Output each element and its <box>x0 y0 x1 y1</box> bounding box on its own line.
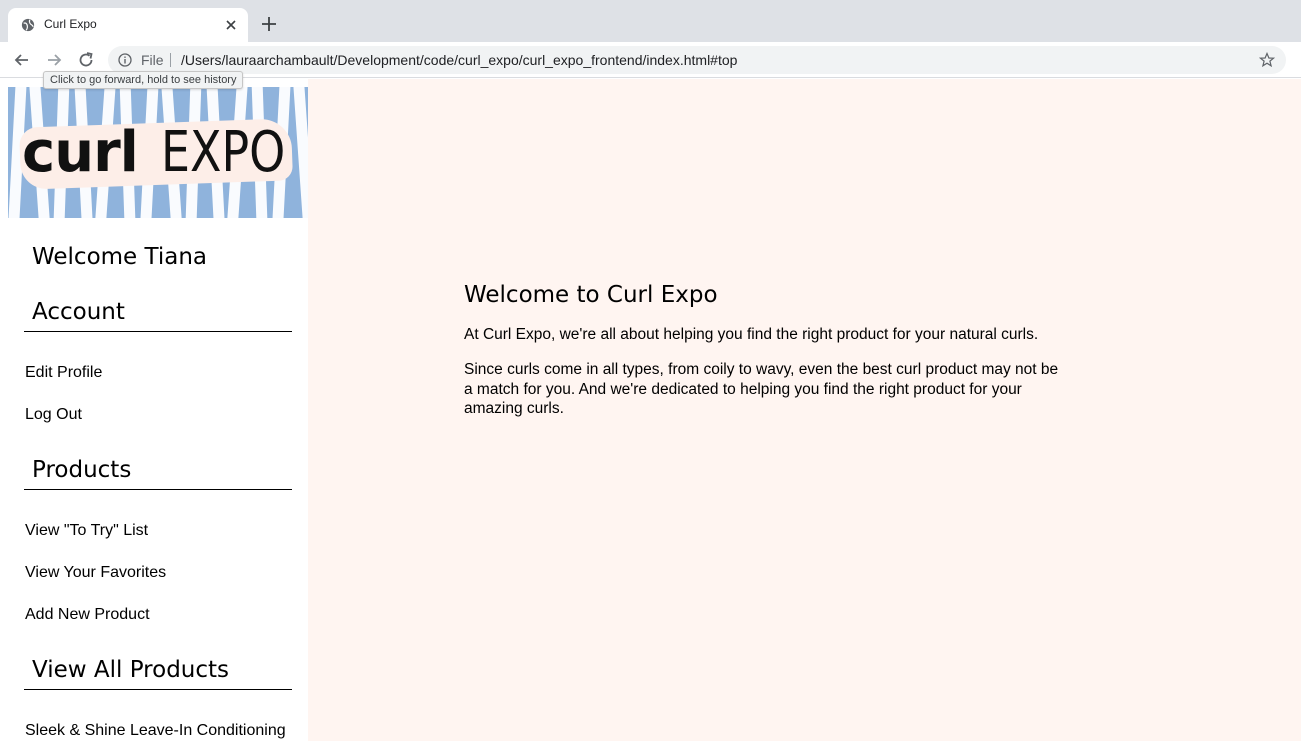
main-content: Welcome to Curl Expo At Curl Expo, we're… <box>308 79 1301 741</box>
product-link[interactable]: Sleek & Shine Leave-In Conditioning <box>25 722 286 740</box>
address-bar[interactable]: File /Users/lauraarchambault/Development… <box>108 46 1286 74</box>
page-viewport: curl EXPO Welcome Tiana Account Edit Pro… <box>0 79 1301 741</box>
omnibox-divider <box>170 53 171 67</box>
back-arrow-icon[interactable] <box>12 50 32 70</box>
curl-expo-logo[interactable]: curl EXPO <box>8 87 308 218</box>
logo-text-expo: EXPO <box>161 120 286 185</box>
log-out-link[interactable]: Log Out <box>25 406 82 424</box>
star-icon[interactable] <box>1259 52 1275 68</box>
scheme-label: File <box>141 52 164 68</box>
all-products-heading: View All Products <box>24 657 292 690</box>
sidebar: curl EXPO Welcome Tiana Account Edit Pro… <box>0 79 308 741</box>
add-new-product-link[interactable]: Add New Product <box>25 606 150 624</box>
tab-title: Curl Expo <box>44 17 97 31</box>
account-heading: Account <box>24 299 292 332</box>
page-title: Welcome to Curl Expo <box>464 282 718 308</box>
plus-icon[interactable] <box>259 14 279 34</box>
browser-tab[interactable]: Curl Expo <box>8 8 248 42</box>
to-try-list-link[interactable]: View "To Try" List <box>25 522 148 540</box>
forward-tooltip: Click to go forward, hold to see history <box>43 71 244 89</box>
info-icon[interactable] <box>118 53 132 67</box>
products-heading: Products <box>24 457 292 490</box>
close-icon[interactable] <box>222 16 240 34</box>
edit-profile-link[interactable]: Edit Profile <box>25 364 102 382</box>
reload-icon[interactable] <box>76 50 96 70</box>
description-paragraph: Since curls come in all types, from coil… <box>464 361 1059 417</box>
favorites-link[interactable]: View Your Favorites <box>25 564 166 582</box>
intro-paragraph: At Curl Expo, we're all about helping yo… <box>464 326 1039 343</box>
url-text[interactable]: /Users/lauraarchambault/Development/code… <box>181 52 737 68</box>
logo-text-curl: curl <box>22 120 139 185</box>
welcome-user-heading: Welcome Tiana <box>32 244 208 270</box>
globe-icon <box>21 18 35 32</box>
tab-strip: Curl Expo <box>0 0 1301 42</box>
forward-arrow-icon[interactable] <box>44 50 64 70</box>
